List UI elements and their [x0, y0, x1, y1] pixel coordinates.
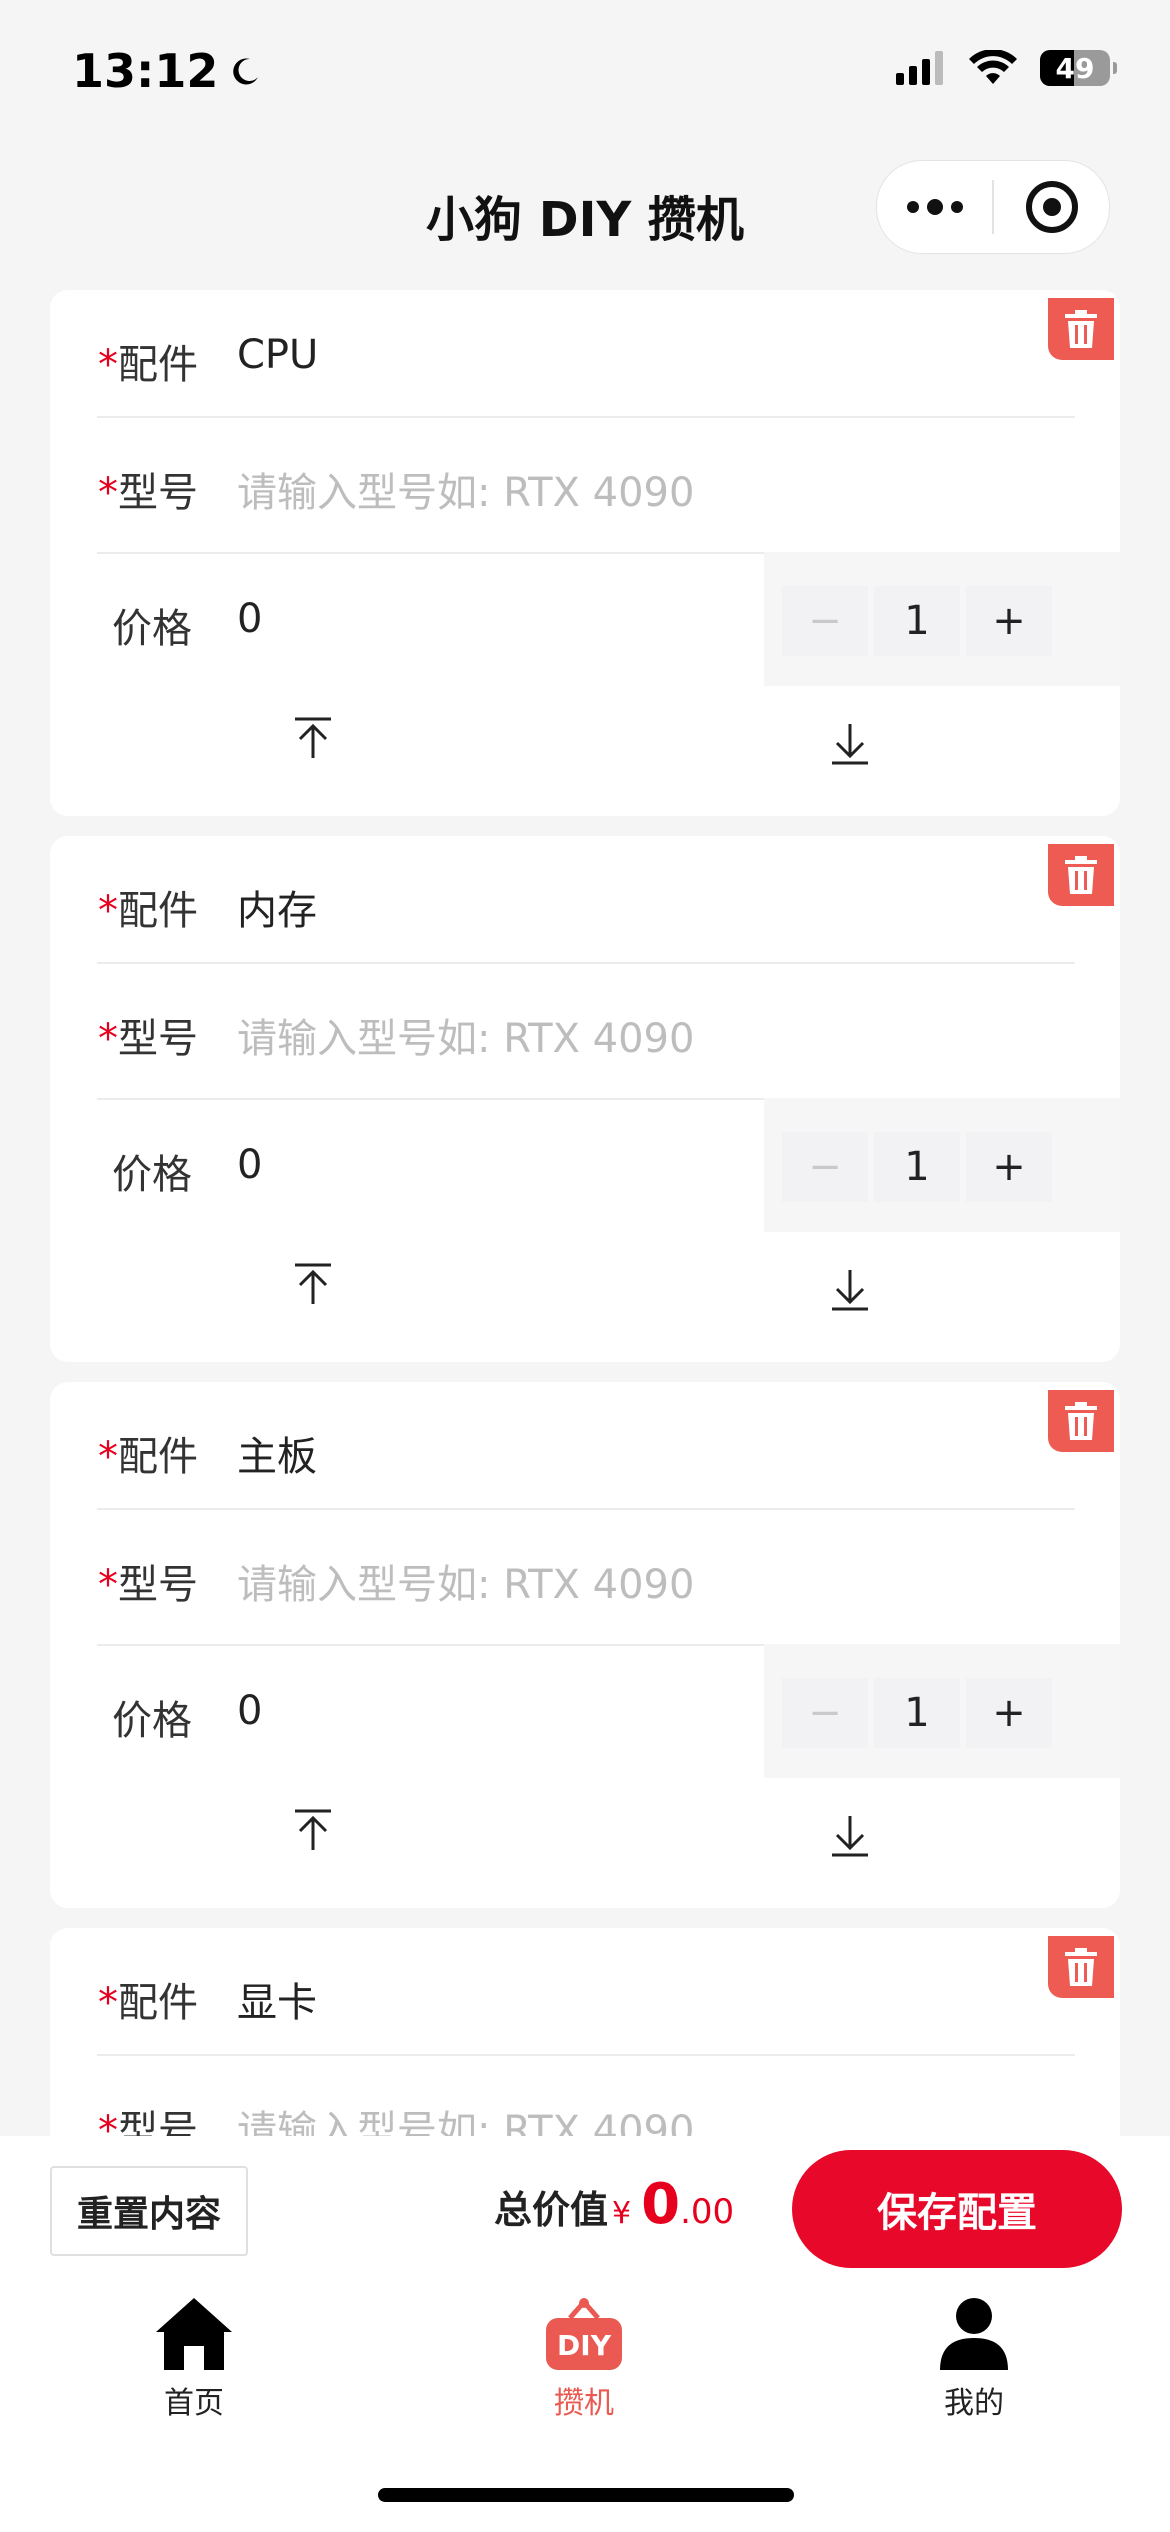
save-config-button[interactable]: 保存配置 [792, 2150, 1122, 2268]
part-label: *配件 [98, 1980, 198, 2026]
quantity-value[interactable]: 1 [874, 1678, 960, 1748]
model-row: *型号 请输入型号如: RTX 4090 [50, 1510, 1120, 1644]
status-bar: 13:12 49 [0, 0, 1170, 140]
model-row: *型号 请输入型号如: RTX 4090 [50, 418, 1120, 552]
part-input[interactable]: 主板 [237, 1424, 317, 1482]
price-input[interactable]: 0 [237, 596, 262, 642]
price-input[interactable]: 0 [237, 1688, 262, 1734]
close-miniprogram-button[interactable] [994, 161, 1109, 253]
diy-icon: DIY [546, 2298, 622, 2370]
part-card: *配件 内存 *型号 请输入型号如: RTX 4090 价格 0 − 1 + [50, 836, 1120, 1362]
tab-label: 首页 [164, 2386, 224, 2421]
target-icon [1025, 181, 1078, 233]
quantity-stepper: − 1 + [782, 1678, 1052, 1748]
status-time: 13:12 [72, 44, 262, 98]
model-label: *型号 [98, 470, 198, 516]
part-card: *配件 主板 *型号 请输入型号如: RTX 4090 价格 0 − 1 + [50, 1382, 1120, 1908]
part-input[interactable]: 显卡 [237, 1970, 317, 2028]
increment-button[interactable]: + [966, 1132, 1052, 1202]
model-row: *型号 请输入型号如: RTX 4090 [50, 964, 1120, 1098]
battery-level: 49 [1055, 51, 1095, 85]
price-label: 价格 [112, 1152, 192, 1198]
price-input[interactable]: 0 [237, 1142, 262, 1188]
quantity-stepper: − 1 + [782, 1132, 1052, 1202]
tab-mine[interactable]: 我的 [874, 2296, 1074, 2436]
model-label: *型号 [98, 1562, 198, 1608]
part-row: *配件 主板 [50, 1382, 1120, 1516]
decrement-button[interactable]: − [782, 1132, 868, 1202]
move-to-top-icon[interactable] [293, 716, 333, 760]
part-card: *配件 显卡 *型号 请输入型号如: RTX 4090 [50, 1928, 1120, 2136]
move-to-bottom-icon[interactable] [830, 722, 870, 766]
status-icons: 49 [896, 50, 1117, 86]
parts-list: *配件 CPU *型号 请输入型号如: RTX 4090 价格 0 − 1 + [0, 290, 1170, 2136]
total-integer: 0 [641, 2172, 681, 2237]
total-decimal: .00 [680, 2192, 735, 2232]
tab-diy[interactable]: DIY 攒机 [484, 2296, 684, 2436]
decrement-button[interactable]: − [782, 1678, 868, 1748]
svg-text:DIY: DIY [557, 2329, 612, 2362]
quantity-value[interactable]: 1 [874, 586, 960, 656]
part-row: *配件 CPU [50, 290, 1120, 424]
tab-label: 我的 [944, 2386, 1004, 2421]
bottom-action-bar: 重置内容 总价值 ¥ 0 .00 保存配置 [0, 2136, 1170, 2286]
part-label: *配件 [98, 888, 198, 934]
part-label: *配件 [98, 342, 198, 388]
move-to-bottom-icon[interactable] [830, 1814, 870, 1858]
part-input[interactable]: 内存 [237, 878, 317, 936]
quantity-stepper: − 1 + [782, 586, 1052, 656]
move-controls [50, 1232, 1120, 1362]
move-to-top-icon[interactable] [293, 1262, 333, 1306]
price-label: 价格 [112, 606, 192, 652]
tab-label: 攒机 [554, 2386, 614, 2421]
part-row: *配件 显卡 [50, 1928, 1120, 2062]
user-icon [940, 2298, 1008, 2370]
model-input[interactable]: 请输入型号如: RTX 4090 [237, 1006, 694, 1064]
model-input[interactable]: 请输入型号如: RTX 4090 [237, 2098, 694, 2136]
part-card: *配件 CPU *型号 请输入型号如: RTX 4090 价格 0 − 1 + [50, 290, 1120, 816]
quantity-value[interactable]: 1 [874, 1132, 960, 1202]
model-label: *型号 [98, 1016, 198, 1062]
move-controls [50, 1778, 1120, 1908]
decrement-button[interactable]: − [782, 586, 868, 656]
total-label: 总价值 [494, 2188, 609, 2232]
model-row: *型号 请输入型号如: RTX 4090 [50, 2056, 1120, 2136]
reset-button[interactable]: 重置内容 [50, 2166, 248, 2256]
time-text: 13:12 [72, 44, 219, 98]
part-label: *配件 [98, 1434, 198, 1480]
home-icon [156, 2298, 232, 2370]
model-label: *型号 [98, 2108, 198, 2136]
move-to-bottom-icon[interactable] [830, 1268, 870, 1312]
move-controls [50, 686, 1120, 816]
part-input[interactable]: CPU [237, 332, 318, 378]
home-indicator [378, 2488, 794, 2502]
wifi-icon [969, 50, 1017, 84]
increment-button[interactable]: + [966, 586, 1052, 656]
more-button[interactable] [877, 161, 992, 253]
cellular-signal-icon [896, 51, 943, 85]
model-input[interactable]: 请输入型号如: RTX 4090 [237, 460, 694, 518]
increment-button[interactable]: + [966, 1678, 1052, 1748]
currency-symbol: ¥ [612, 2196, 632, 2231]
total-price: 总价值 ¥ 0 .00 [494, 2172, 734, 2237]
navigation-bar: 小狗 DIY 攒机 [0, 140, 1170, 280]
battery-icon: 49 [1040, 50, 1117, 86]
part-row: *配件 内存 [50, 836, 1120, 970]
model-input[interactable]: 请输入型号如: RTX 4090 [237, 1552, 694, 1610]
mini-program-capsule [876, 160, 1110, 254]
move-to-top-icon[interactable] [293, 1808, 333, 1852]
price-label: 价格 [112, 1698, 192, 1744]
moon-icon [233, 58, 259, 85]
tab-home[interactable]: 首页 [94, 2296, 294, 2436]
more-dots-icon [906, 199, 963, 215]
